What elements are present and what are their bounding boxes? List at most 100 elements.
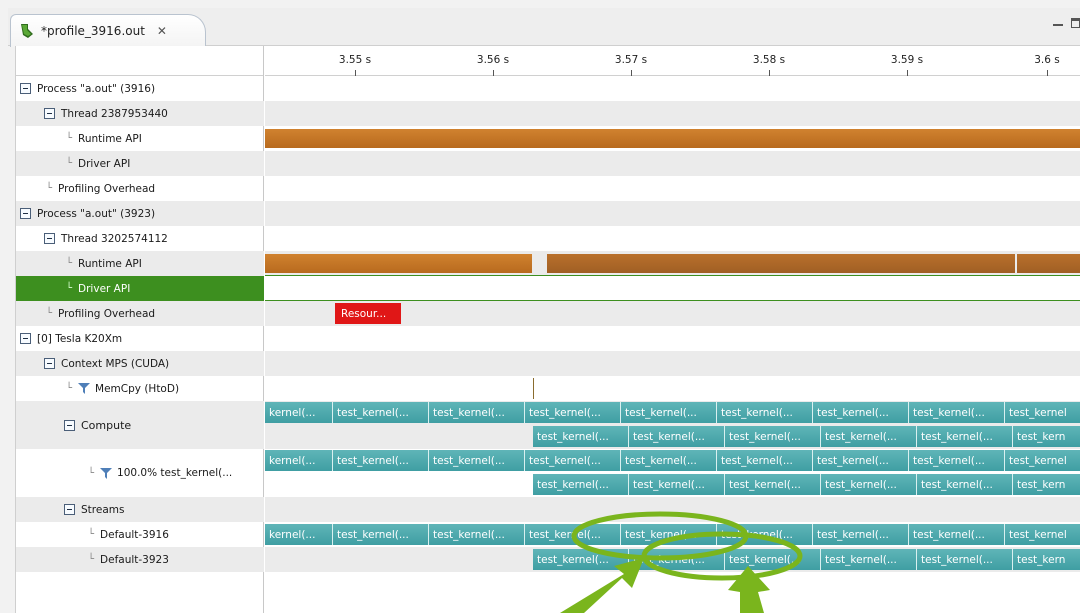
collapse-icon[interactable]	[44, 108, 55, 119]
tree-row-runtime-api-3916[interactable]: └ Runtime API	[16, 126, 264, 151]
kernel-bar[interactable]: test_kern	[1013, 426, 1080, 447]
collapse-icon[interactable]	[64, 419, 75, 431]
collapse-icon[interactable]	[20, 333, 31, 344]
kernel-bar[interactable]: test_kernel(...	[917, 549, 1013, 570]
lane-driver-api-3916	[265, 151, 1080, 176]
tree-row-label: Profiling Overhead	[58, 182, 156, 195]
kernel-bar[interactable]: test_kernel(...	[525, 524, 621, 545]
lane-driver-api-3923	[265, 276, 1080, 301]
ruler-tick-label: 3.58 s	[752, 54, 786, 66]
kernel-bar[interactable]: test_kernel(...	[621, 402, 717, 423]
kernel-bar[interactable]: test_kernel(...	[909, 524, 1005, 545]
runtime-api-bar[interactable]	[1017, 254, 1080, 273]
timeline-view[interactable]: 3.55 s 3.56 s 3.57 s 3.58 s 3.59 s 3.6 s	[265, 46, 1080, 613]
tree-row-label: Context MPS (CUDA)	[61, 357, 170, 370]
memcpy-marker[interactable]	[533, 378, 534, 399]
filter-icon[interactable]	[78, 383, 91, 394]
kernel-bar[interactable]: test_kernel(...	[621, 450, 717, 471]
kernel-bar[interactable]: test_kern	[1013, 549, 1080, 570]
collapse-icon[interactable]	[44, 358, 55, 369]
tree-row-process-3916[interactable]: Process "a.out" (3916)	[16, 76, 264, 101]
kernel-bar[interactable]: test_kernel	[1005, 524, 1080, 545]
kernel-bar[interactable]: test_kernel(...	[909, 450, 1005, 471]
kernel-bar[interactable]: test_kernel(...	[917, 426, 1013, 447]
tree-row-process-3923[interactable]: Process "a.out" (3923)	[16, 201, 264, 226]
kernel-bar[interactable]: test_kernel(...	[821, 549, 917, 570]
tree-row-context-mps[interactable]: Context MPS (CUDA)	[16, 351, 264, 376]
kernel-bar[interactable]: kernel(...	[265, 402, 333, 423]
kernel-bar[interactable]: test_kernel(...	[429, 402, 525, 423]
maximize-icon[interactable]	[1071, 18, 1080, 28]
editor-tab[interactable]: *profile_3916.out ✕	[10, 14, 206, 47]
lane-default-3923: test_kernel(... test_kernel(... test_ker…	[265, 547, 1080, 572]
kernel-bar[interactable]: test_kernel(...	[909, 402, 1005, 423]
runtime-api-bar[interactable]	[547, 254, 1015, 273]
kernel-bar[interactable]: test_kernel(...	[525, 450, 621, 471]
kernel-bar[interactable]: test_kernel(...	[725, 549, 821, 570]
kernel-bar[interactable]: test_kernel(...	[629, 426, 725, 447]
kernel-bar[interactable]: test_kernel(...	[533, 549, 629, 570]
kernel-bar[interactable]: test_kernel(...	[333, 450, 429, 471]
kernel-bar[interactable]: test_kernel	[1005, 402, 1080, 423]
kernel-bar[interactable]: test_kernel(...	[333, 402, 429, 423]
kernel-bar[interactable]: test_kernel(...	[525, 402, 621, 423]
tree-row-memcpy[interactable]: └ MemCpy (HtoD)	[16, 376, 264, 401]
kernel-bar[interactable]: test_kernel(...	[429, 450, 525, 471]
filter-icon[interactable]	[100, 467, 113, 479]
kernel-bar[interactable]: test_kern	[1013, 474, 1080, 495]
tree-branch-icon: └	[88, 529, 95, 540]
tree-row-compute[interactable]: Compute	[16, 401, 264, 449]
kernel-bar[interactable]: test_kernel(...	[821, 426, 917, 447]
ruler-tick-label: 3.6 s	[1034, 54, 1060, 66]
kernel-bar[interactable]: test_kernel(...	[821, 474, 917, 495]
close-icon[interactable]: ✕	[157, 24, 167, 38]
runtime-api-bar[interactable]	[265, 254, 532, 273]
tree-row-default-3923[interactable]: └ Default-3923	[16, 547, 264, 572]
tree-row-thread-3202574112[interactable]: Thread 3202574112	[16, 226, 264, 251]
kernel-bar[interactable]: test_kernel(...	[813, 524, 909, 545]
kernel-bar[interactable]: test_kernel(...	[533, 426, 629, 447]
kernel-bar[interactable]: test_kernel(...	[813, 450, 909, 471]
kernel-bar[interactable]: test_kernel	[1005, 450, 1080, 471]
tree-row-driver-api-3923[interactable]: └ Driver API	[16, 276, 264, 301]
collapse-icon[interactable]	[20, 208, 31, 219]
tree-row-driver-api-3916[interactable]: └ Driver API	[16, 151, 264, 176]
tree-row-label: Process "a.out" (3923)	[37, 207, 156, 220]
tree-row-profiling-overhead-3923[interactable]: └ Profiling Overhead	[16, 301, 264, 326]
kernel-bar[interactable]: test_kernel(...	[629, 474, 725, 495]
tree-row-default-3916[interactable]: └ Default-3916	[16, 522, 264, 547]
kernel-bar[interactable]: test_kernel(...	[813, 402, 909, 423]
tree-row-device-tesla[interactable]: [0] Tesla K20Xm	[16, 326, 264, 351]
kernel-bar[interactable]: test_kernel(...	[917, 474, 1013, 495]
kernel-bar[interactable]: test_kernel(...	[333, 524, 429, 545]
kernel-bar[interactable]: test_kernel(...	[533, 474, 629, 495]
minimize-icon[interactable]	[1053, 24, 1063, 27]
kernel-bar[interactable]: test_kernel(...	[725, 426, 821, 447]
kernel-bar[interactable]: test_kernel(...	[717, 524, 813, 545]
kernel-bar[interactable]: test_kernel(...	[629, 549, 725, 570]
tree-row-label: Driver API	[78, 282, 131, 295]
resource-marker[interactable]: Resour...	[335, 303, 401, 324]
kernel-bar[interactable]: test_kernel(...	[725, 474, 821, 495]
tree-row-thread-2387953440[interactable]: Thread 2387953440	[16, 101, 264, 126]
time-ruler[interactable]: 3.55 s 3.56 s 3.57 s 3.58 s 3.59 s 3.6 s	[265, 46, 1080, 76]
tree-branch-icon: └	[46, 308, 53, 319]
collapse-icon[interactable]	[44, 233, 55, 244]
kernel-bar[interactable]: test_kernel(...	[717, 402, 813, 423]
collapse-icon[interactable]	[20, 83, 31, 94]
tree-row-streams[interactable]: Streams	[16, 497, 264, 522]
kernel-bar[interactable]: test_kernel(...	[429, 524, 525, 545]
tree-row-runtime-api-3923[interactable]: └ Runtime API	[16, 251, 264, 276]
collapse-icon[interactable]	[64, 504, 75, 515]
runtime-api-bar[interactable]	[265, 129, 1080, 148]
kernel-bar[interactable]: test_kernel(...	[717, 450, 813, 471]
lane-profiling-overhead-3923: Resour...	[265, 301, 1080, 326]
tree-row-label: Driver API	[78, 157, 131, 170]
kernel-bar[interactable]: kernel(...	[265, 450, 333, 471]
tree-row-label: Runtime API	[78, 132, 142, 145]
tree-row-kernel-filter[interactable]: └ 100.0% test_kernel(...	[16, 449, 264, 497]
kernel-bar[interactable]: test_kernel(...	[621, 524, 717, 545]
lane-thread-3202574112	[265, 226, 1080, 251]
kernel-bar[interactable]: kernel(...	[265, 524, 333, 545]
tree-row-profiling-overhead-3916[interactable]: └ Profiling Overhead	[16, 176, 264, 201]
